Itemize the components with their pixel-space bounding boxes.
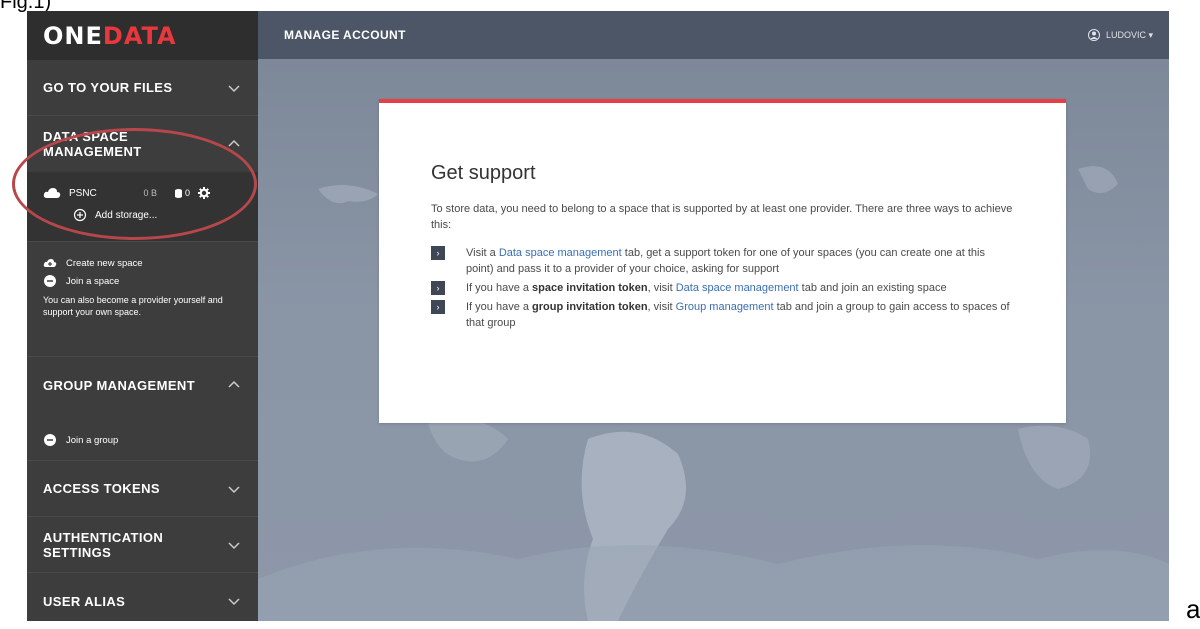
way-text-mid: , visit bbox=[647, 282, 676, 294]
chevron-up-icon bbox=[226, 377, 242, 393]
database-icon bbox=[175, 188, 182, 198]
chevron-right-icon: › bbox=[431, 246, 445, 260]
create-space-label: Create new space bbox=[66, 257, 143, 269]
cloud-icon bbox=[43, 188, 61, 198]
join-space-button[interactable]: Join a space bbox=[43, 272, 242, 290]
join-group-label: Join a group bbox=[66, 434, 119, 446]
join-space-label: Join a space bbox=[66, 275, 120, 287]
chevron-right-icon: › bbox=[431, 300, 445, 314]
way-text: If you have a space invitation token, vi… bbox=[466, 280, 947, 296]
user-menu[interactable]: LUDOVIC ▾ bbox=[1087, 29, 1153, 41]
main-content: Get support To store data, you need to b… bbox=[258, 59, 1169, 621]
plus-circle-icon bbox=[73, 208, 87, 222]
provider-hint: You can also become a provider yourself … bbox=[43, 295, 223, 317]
join-circle-icon bbox=[44, 275, 56, 287]
sidebar-section-data-space-management[interactable]: DATA SPACE MANAGEMENT bbox=[27, 116, 258, 172]
section-label: GROUP MANAGEMENT bbox=[43, 377, 196, 393]
corner-letter: a bbox=[1186, 594, 1200, 624]
card-intro: To store data, you need to belong to a s… bbox=[431, 203, 1013, 231]
join-group-button[interactable]: Join a group bbox=[43, 431, 242, 449]
user-name: LUDOVIC ▾ bbox=[1105, 29, 1153, 40]
join-circle-icon bbox=[44, 434, 56, 446]
way-item-2: › If you have a space invitation token, … bbox=[431, 280, 1014, 296]
space-item-psnc[interactable]: PSNC 0 B 0 bbox=[27, 182, 258, 204]
cloud-plus-icon bbox=[43, 259, 57, 267]
user-icon bbox=[1087, 29, 1100, 41]
way-text-pre: If you have a bbox=[466, 301, 533, 313]
way-text-pre: Visit a bbox=[466, 247, 499, 259]
chevron-up-icon bbox=[226, 136, 242, 152]
sidebar: ONEDATA GO TO YOUR FILES DATA SPACE MANA… bbox=[27, 11, 258, 621]
section-label: DATA SPACE MANAGEMENT bbox=[43, 129, 142, 159]
sidebar-section-authentication-settings[interactable]: AUTHENTICATION SETTINGS bbox=[27, 517, 258, 573]
space-size: 0 B bbox=[143, 188, 157, 198]
onedata-logo[interactable]: ONEDATA bbox=[43, 22, 177, 50]
section-label: USER ALIAS bbox=[43, 593, 126, 609]
group-actions: Join a group bbox=[27, 413, 258, 461]
sidebar-section-access-tokens[interactable]: ACCESS TOKENS bbox=[27, 461, 258, 517]
chevron-down-icon bbox=[226, 481, 242, 497]
group-management-link[interactable]: Group management bbox=[676, 301, 774, 313]
way-text-bold: group invitation token bbox=[532, 301, 648, 313]
chevron-right-icon: › bbox=[431, 281, 445, 295]
way-text: If you have a group invitation token, vi… bbox=[466, 299, 1014, 331]
way-item-1: › Visit a Data space management tab, get… bbox=[431, 245, 1014, 277]
way-text: Visit a Data space management tab, get a… bbox=[466, 245, 1014, 277]
space-list: PSNC 0 B 0 Add storage... bbox=[27, 172, 258, 242]
way-item-3: › If you have a group invitation token, … bbox=[431, 299, 1014, 331]
logo-area: ONEDATA bbox=[27, 11, 258, 60]
way-text-pre: If you have a bbox=[466, 282, 533, 294]
data-space-management-link[interactable]: Data space management bbox=[499, 247, 622, 259]
space-actions: Create new space Join a space You can al… bbox=[27, 242, 258, 357]
chevron-down-icon bbox=[226, 593, 242, 609]
section-label: ACCESS TOKENS bbox=[43, 481, 160, 496]
sidebar-section-group-management[interactable]: GROUP MANAGEMENT bbox=[27, 357, 258, 413]
section-label: AUTHENTICATION SETTINGS bbox=[43, 529, 164, 560]
section-label: GO TO YOUR FILES bbox=[43, 80, 173, 95]
chevron-down-icon bbox=[226, 537, 242, 553]
page-title: MANAGE ACCOUNT bbox=[284, 28, 406, 42]
get-support-card: Get support To store data, you need to b… bbox=[379, 99, 1066, 423]
top-bar: MANAGE ACCOUNT LUDOVIC ▾ bbox=[258, 11, 1169, 59]
sidebar-section-go-to-files[interactable]: GO TO YOUR FILES bbox=[27, 60, 258, 116]
add-storage-button[interactable]: Add storage... bbox=[27, 204, 258, 226]
space-name: PSNC bbox=[69, 187, 97, 199]
providers-count: 0 bbox=[175, 188, 190, 198]
logo-part-data: DATA bbox=[102, 21, 177, 50]
gear-icon[interactable] bbox=[198, 187, 211, 199]
create-space-button[interactable]: Create new space bbox=[43, 254, 242, 272]
way-text-bold: space invitation token bbox=[532, 282, 648, 294]
add-storage-label: Add storage... bbox=[95, 209, 158, 221]
way-text-mid: , visit bbox=[647, 301, 676, 313]
chevron-down-icon bbox=[226, 80, 242, 96]
logo-part-one: ONE bbox=[43, 21, 103, 50]
card-title: Get support bbox=[431, 162, 536, 184]
way-text-post: tab and join an existing space bbox=[798, 282, 947, 294]
providers-count-value: 0 bbox=[185, 188, 191, 198]
data-space-management-link[interactable]: Data space management bbox=[676, 282, 799, 294]
